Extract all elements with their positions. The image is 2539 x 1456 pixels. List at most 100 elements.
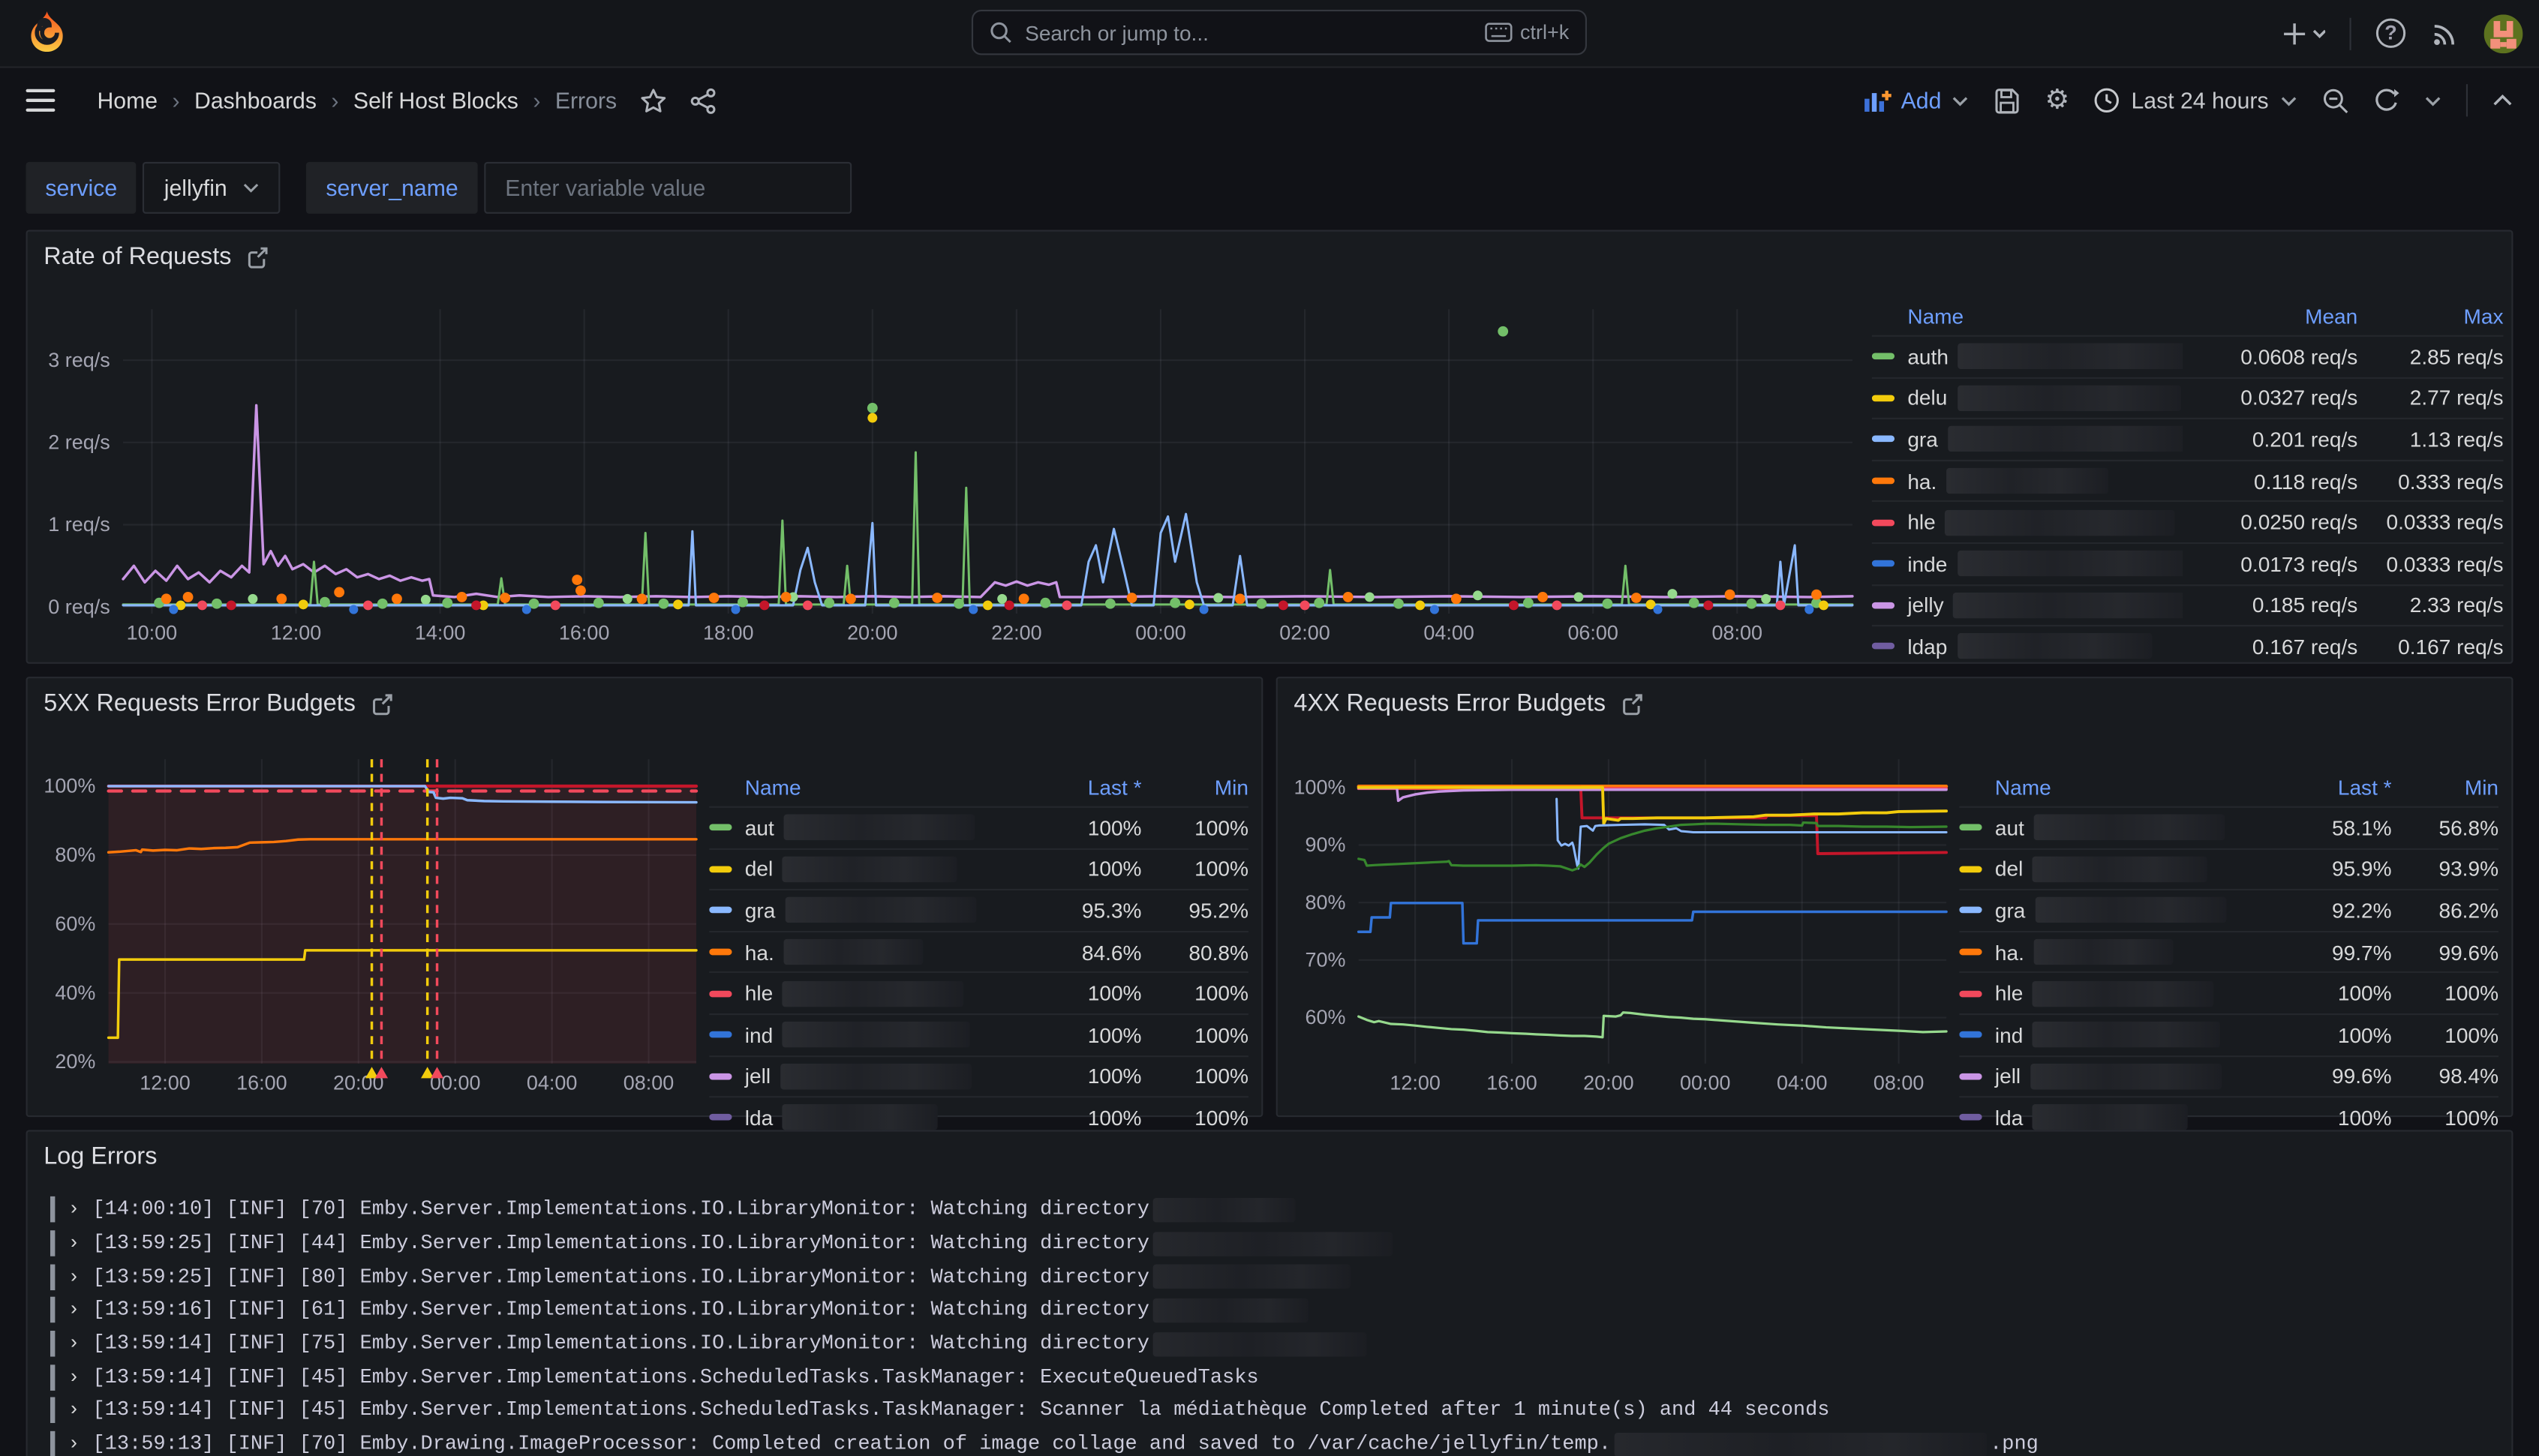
legend-header-col2[interactable]: Max [2357,304,2503,328]
favorite-star-icon[interactable] [639,86,667,114]
legend-row[interactable]: ha.84.6%80.8% [709,930,1248,971]
legend-series-name[interactable]: hle [1959,980,2288,1007]
legend-row[interactable]: gra0.201 req/s1.13 req/s [1872,418,2504,459]
legend-row[interactable]: aut100%100% [709,806,1248,848]
5xx-error-budget-chart[interactable]: 12:0016:0020:0000:0004:0008:0020%40%60%8… [28,678,741,1112]
legend-series-name[interactable]: jelly [1872,593,2183,619]
breadcrumb-folder[interactable]: Self Host Blocks [353,88,518,114]
legend-row[interactable]: jell100%100% [709,1055,1248,1096]
legend-header-name[interactable]: Name [1872,304,2183,328]
legend-series-name[interactable]: lda [1959,1105,2288,1131]
legend-series-name[interactable]: jell [1959,1064,2288,1090]
legend-series-name[interactable]: jell [709,1064,1038,1090]
save-dashboard-button[interactable] [1993,86,2021,114]
legend-header-col1[interactable]: Last * [2288,775,2391,799]
legend-series-name[interactable]: inde [1872,551,2183,577]
new-button[interactable] [2283,20,2325,47]
log-row[interactable]: ›[13:59:13] [INF] [70] Emby.Drawing.Imag… [50,1427,2498,1456]
expand-chevron-icon[interactable]: › [68,1433,80,1455]
expand-chevron-icon[interactable]: › [68,1366,80,1388]
legend-row[interactable]: del100%100% [709,848,1248,889]
legend-row[interactable]: jell99.6%98.4% [1959,1055,2498,1096]
legend-row[interactable]: auth0.0608 req/s2.85 req/s [1872,335,2504,377]
log-row[interactable]: ›[13:59:25] [INF] [44] Emby.Server.Imple… [50,1226,2498,1260]
legend-row[interactable]: jelly0.185 req/s2.33 req/s [1872,584,2504,625]
user-avatar[interactable] [2484,14,2523,53]
legend-header-col2[interactable]: Min [1142,775,1248,799]
legend-series-name[interactable]: ha. [1872,468,2183,494]
refresh-button[interactable] [2374,88,2400,114]
legend-series-name[interactable]: ha. [1959,939,2288,965]
legend-row[interactable]: hle100%100% [1959,972,2498,1013]
external-link-icon[interactable] [1620,692,1642,715]
legend-row[interactable]: ha.0.118 req/s0.333 req/s [1872,459,2504,500]
rate-of-requests-chart[interactable]: 10:0012:0014:0016:0018:0020:0022:0000:00… [28,232,1873,665]
legend-series-name[interactable]: gra [1959,898,2288,924]
expand-chevron-icon[interactable]: › [68,1199,80,1221]
expand-chevron-icon[interactable]: › [68,1232,80,1254]
breadcrumb-home[interactable]: Home [97,88,158,114]
4xx-error-budget-chart[interactable]: 12:0016:0020:0000:0004:0008:0060%70%80%9… [1278,678,1991,1112]
legend-row[interactable]: hle0.0250 req/s0.0333 req/s [1872,501,2504,542]
log-row[interactable]: ›[13:59:16] [INF] [61] Emby.Server.Imple… [50,1294,2498,1328]
log-row[interactable]: ›[13:59:25] [INF] [80] Emby.Server.Imple… [50,1260,2498,1294]
external-link-icon[interactable] [246,245,269,268]
log-row[interactable]: ›[13:59:14] [INF] [75] Emby.Server.Imple… [50,1327,2498,1361]
breadcrumb-dashboards[interactable]: Dashboards [194,88,317,114]
log-row[interactable]: ›[13:59:14] [INF] [45] Emby.Server.Imple… [50,1361,2498,1394]
news-rss-icon[interactable] [2430,19,2459,48]
grafana-logo-icon[interactable] [24,10,69,55]
legend-series-name[interactable]: hle [709,980,1038,1007]
legend-series-name[interactable]: ha. [709,939,1038,965]
expand-chevron-icon[interactable]: › [68,1265,80,1288]
legend-header-name[interactable]: Name [1959,775,2288,799]
panel-title[interactable]: Rate of Requests [44,243,231,271]
panel-title[interactable]: Log Errors [44,1143,157,1171]
legend-header-col1[interactable]: Mean [2183,304,2357,328]
legend-row[interactable]: ha.99.7%99.6% [1959,930,2498,971]
zoom-out-time-icon[interactable] [2322,86,2350,114]
legend-row[interactable]: ind100%100% [1959,1013,2498,1055]
legend-series-name[interactable]: gra [709,898,1038,924]
legend-series-name[interactable]: delu [1872,385,2183,411]
legend-series-name[interactable]: aut [1959,815,2288,841]
legend-row[interactable]: delu0.0327 req/s2.77 req/s [1872,377,2504,418]
panel-title-bar[interactable]: Log Errors [44,1143,157,1171]
panel-title-bar[interactable]: 5XX Requests Error Budgets [44,689,392,717]
dashboard-settings-icon[interactable]: ⚙ [2045,84,2070,116]
log-row[interactable]: ›[14:00:10] [INF] [70] Emby.Server.Imple… [50,1193,2498,1227]
variable-server-name-input[interactable]: Enter variable value [484,162,852,214]
legend-row[interactable]: ind100%100% [709,1013,1248,1055]
expand-chevron-icon[interactable]: › [68,1332,80,1355]
legend-series-name[interactable]: del [709,856,1038,882]
legend-row[interactable]: aut58.1%56.8% [1959,806,2498,848]
panel-title[interactable]: 5XX Requests Error Budgets [44,689,356,717]
legend-row[interactable]: del95.9%93.9% [1959,848,2498,889]
add-panel-button[interactable]: Add [1864,88,1969,114]
legend-row[interactable]: gra95.3%95.2% [709,889,1248,930]
time-range-picker[interactable]: Last 24 hours [2094,88,2298,114]
legend-series-name[interactable]: del [1959,856,2288,882]
search-input[interactable]: Search or jump to... ctrl+k [972,10,1587,55]
help-icon[interactable]: ? [2375,18,2406,49]
expand-chevron-icon[interactable]: › [68,1400,80,1422]
legend-series-name[interactable]: lda [709,1105,1038,1131]
log-row[interactable]: ›[13:59:14] [INF] [45] Emby.Server.Imple… [50,1394,2498,1427]
legend-series-name[interactable]: gra [1872,427,2183,453]
legend-series-name[interactable]: auth [1872,344,2183,370]
panel-title-bar[interactable]: Rate of Requests [44,243,269,271]
collapse-toolbar-icon[interactable] [2492,94,2513,107]
legend-row[interactable]: inde0.0173 req/s0.0333 req/s [1872,542,2504,584]
legend-series-name[interactable]: ind [1959,1022,2288,1048]
share-icon[interactable] [690,86,717,114]
menu-toggle-icon[interactable] [26,89,56,112]
refresh-interval-chevron-icon[interactable] [2424,95,2442,106]
expand-chevron-icon[interactable]: › [68,1299,80,1322]
legend-series-name[interactable]: aut [709,815,1038,841]
panel-title[interactable]: 4XX Requests Error Budgets [1294,689,1606,717]
legend-row[interactable]: ldap0.167 req/s0.167 req/s [1872,625,2504,666]
legend-row[interactable]: gra92.2%86.2% [1959,889,2498,930]
panel-title-bar[interactable]: 4XX Requests Error Budgets [1294,689,1642,717]
legend-row[interactable]: hle100%100% [709,972,1248,1013]
legend-series-name[interactable]: hle [1872,509,2183,536]
